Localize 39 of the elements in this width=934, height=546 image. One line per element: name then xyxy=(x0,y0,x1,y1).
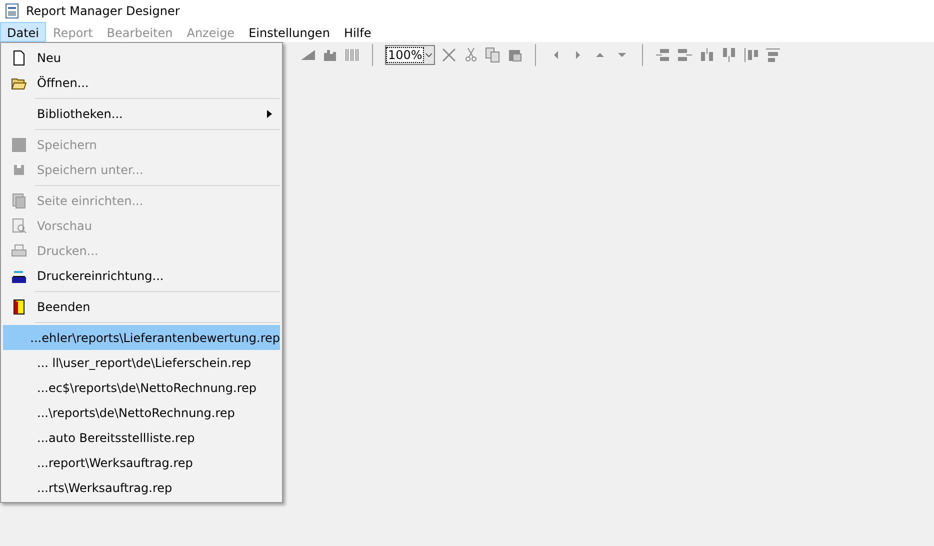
document-icon xyxy=(11,50,27,66)
zoom-combo[interactable]: 100% xyxy=(385,45,435,65)
menu-item[interactable]: Hilfe xyxy=(336,22,378,42)
paste-icon xyxy=(507,47,523,63)
align-left-icon xyxy=(655,47,671,63)
gradient-icon xyxy=(300,47,316,63)
submenu-arrow-icon xyxy=(267,110,272,118)
square-icon xyxy=(11,136,27,152)
exit-door-icon xyxy=(11,298,27,314)
chevron-down-icon xyxy=(425,51,433,59)
cut-icon xyxy=(463,47,479,63)
page-setup-icon xyxy=(11,192,27,208)
same-width-icon xyxy=(765,47,781,63)
menu-entry[interactable]: Bibliotheken... xyxy=(3,101,280,126)
recent-file-entry[interactable]: ...\reports\de\NettoRechnung.rep xyxy=(3,400,280,425)
menu-item[interactable]: Einstellungen xyxy=(242,22,337,42)
same-height-icon xyxy=(743,47,759,63)
recent-file-entry[interactable]: ...ehler\reports\Lieferantenbewertung.rep xyxy=(3,325,280,350)
menu-item[interactable]: Datei xyxy=(0,22,46,42)
menu-entry[interactable]: Öffnen... xyxy=(3,70,280,95)
recent-file-entry[interactable]: ...rts\Werksauftrag.rep xyxy=(3,475,280,500)
recent-file-entry[interactable]: ... ll\user_report\de\Lieferschein.rep xyxy=(3,350,280,375)
recent-file-entry[interactable]: ...auto Bereitsstellliste.rep xyxy=(3,425,280,450)
delete-icon xyxy=(441,47,457,63)
window-title: Report Manager Designer xyxy=(26,4,180,18)
printer-icon xyxy=(11,242,27,258)
barcode-icon xyxy=(344,47,360,63)
app-icon xyxy=(4,3,20,19)
menu-entry[interactable]: Beenden xyxy=(3,294,280,319)
align-top-icon xyxy=(699,47,715,63)
recent-file-entry[interactable]: ...ec$\reports\de\NettoRechnung.rep xyxy=(3,375,280,400)
chart-icon xyxy=(322,47,338,63)
align-right-icon xyxy=(677,47,693,63)
align-bottom-icon xyxy=(721,47,737,63)
preview-icon xyxy=(11,218,27,234)
recent-file-entry[interactable]: ...report\Werksauftrag.rep xyxy=(3,450,280,475)
menu-entry[interactable]: Druckereinrichtung... xyxy=(3,263,280,288)
menu-entry[interactable]: Neu xyxy=(3,45,280,70)
copy-icon xyxy=(485,47,501,63)
